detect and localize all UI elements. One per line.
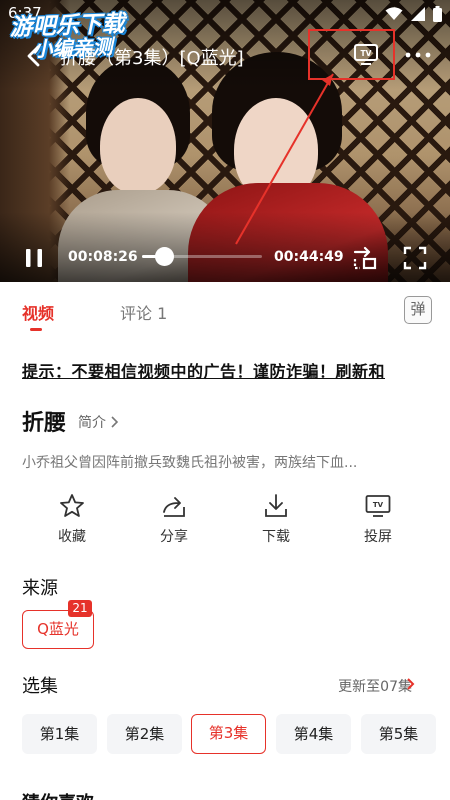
more-options-icon[interactable] — [404, 46, 432, 64]
notice-text: 提示：不要相信视频中的广告！谨防诈骗！刷新和 — [22, 362, 386, 381]
share-icon — [163, 497, 185, 517]
chevron-right-icon — [111, 416, 119, 428]
star-icon — [60, 494, 84, 517]
total-time: 00:44:49 — [274, 249, 344, 265]
episode-button[interactable]: 第4集 — [276, 714, 351, 754]
tab-comments[interactable]: 评论 1 — [120, 300, 167, 324]
download-label: 下载 — [262, 529, 290, 545]
fullscreen-icon[interactable] — [402, 245, 428, 271]
source-count-badge: 21 — [68, 600, 92, 617]
download-icon — [265, 494, 287, 517]
favorite-label: 收藏 — [58, 529, 86, 545]
recommend-heading: 猜你喜欢 — [22, 789, 94, 800]
detail-tabs: 视频 评论 1 弹 — [0, 282, 450, 334]
episode-list: 第1集 第2集 第3集 第4集 第5集 — [0, 714, 450, 756]
progress-slider[interactable] — [142, 247, 262, 266]
drama-title: 折腰 — [22, 411, 67, 436]
signal-icon — [411, 7, 425, 21]
episode-button[interactable]: 第3集 — [191, 714, 266, 754]
cast-label: 投屏 — [364, 529, 392, 545]
cast-tv-icon: TV — [365, 495, 391, 517]
episode-button[interactable]: 第1集 — [22, 714, 97, 754]
intro-link-label: 简介 — [78, 415, 106, 431]
video-title: 折腰（第3集）[Q蓝光] — [60, 48, 244, 69]
pip-switch-icon[interactable] — [352, 245, 378, 271]
update-info-link[interactable]: 更新至07集 — [338, 676, 412, 696]
episode-button[interactable]: 第2集 — [107, 714, 182, 754]
source-heading: 来源 — [22, 578, 58, 599]
cast-button[interactable]: TV 投屏 — [348, 492, 408, 546]
episodes-heading: 选集 — [22, 676, 58, 697]
action-bar: 收藏 分享 下载 TV 投屏 — [0, 492, 450, 552]
notice-marquee: 提示：不要相信视频中的广告！谨防诈骗！刷新和 — [22, 358, 428, 384]
cast-tv-label: TV — [373, 501, 384, 509]
danmaku-toggle-button[interactable]: 弹 — [404, 296, 432, 324]
drama-description: 小乔祖父曾因阵前撤兵致魏氏祖孙被害，两族结下血... — [22, 455, 358, 471]
wifi-icon — [385, 7, 403, 20]
battery-icon — [433, 6, 442, 22]
highlight-box — [308, 29, 395, 80]
favorite-button[interactable]: 收藏 — [42, 492, 102, 546]
intro-link[interactable]: 简介 — [78, 412, 119, 432]
tab-active-indicator — [30, 328, 42, 331]
pause-icon[interactable] — [22, 246, 46, 270]
chevron-right-icon — [407, 678, 415, 690]
back-arrow-icon[interactable] — [22, 44, 46, 68]
download-button[interactable]: 下载 — [246, 492, 306, 546]
tab-video[interactable]: 视频 — [22, 300, 54, 324]
current-time: 00:08:26 — [68, 249, 138, 265]
status-icons — [385, 6, 442, 22]
episode-button[interactable]: 第5集 — [361, 714, 436, 754]
share-label: 分享 — [160, 529, 188, 545]
video-player[interactable]: 6:37 游吧乐下载 小编亲测 折腰（第3集）[Q蓝光] TV 00:08:26… — [0, 0, 450, 282]
share-button[interactable]: 分享 — [144, 492, 204, 546]
